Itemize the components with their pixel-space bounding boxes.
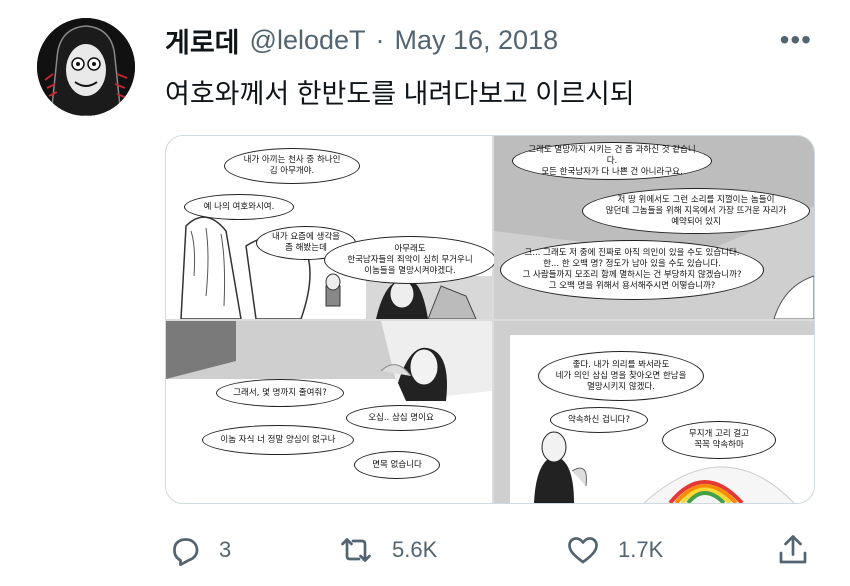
separator-dot: · <box>375 24 385 55</box>
display-name[interactable]: 게로데 <box>165 21 240 60</box>
comic-panel-1: 내가 아끼는 천사 중 하나인 김 아무개야. 예 나의 여호와시여. 내가 요… <box>166 136 496 319</box>
speech-bubble: 약속하신 겁니다? <box>550 407 648 433</box>
comic-panel-2: 그래도 멸망까지 시키는 건 좀 과하신 것 같습니다. 모든 한국남자가 다 … <box>494 136 814 319</box>
tweet-media[interactable]: 내가 아끼는 천사 중 하나인 김 아무개야. 예 나의 여호와시여. 내가 요… <box>165 135 815 504</box>
avatar[interactable] <box>37 18 135 116</box>
avatar-image <box>37 18 135 116</box>
tweet-header: 게로데 @lelodeT · May 16, 2018 <box>165 22 558 58</box>
speech-bubble: 무지개 고리 걸고 꼭꼭 약속하마 <box>662 421 776 459</box>
speech-bubble: 내가 아끼는 천사 중 하나인 김 아무개야. <box>224 148 360 184</box>
tweet-text: 여호와께서 한반도를 내려다보고 이르시되 <box>165 79 635 109</box>
tweet-date[interactable]: May 16, 2018 <box>395 25 559 56</box>
reply-button[interactable]: 3 <box>167 530 231 570</box>
speech-bubble: 오십.. 삼십 명이요 <box>346 405 456 431</box>
like-count: 1.7K <box>618 537 664 562</box>
panel-4-art <box>534 431 795 503</box>
comic-panel-4: 좋다. 내가 의리를 봐서라도 네가 의인 삼십 명을 찾아오면 한남을 멸망시… <box>494 321 814 503</box>
speech-bubble: 저 땅 위에서도 그런 소리를 지껄이는 놈들이 많던데 그놈들을 위해 지옥에… <box>582 188 810 234</box>
retweet-icon <box>336 532 376 568</box>
user-handle[interactable]: @lelodeT <box>250 25 366 56</box>
speech-bubble: 그래서, 몇 명까지 줄여줘? <box>216 379 344 407</box>
share-icon <box>775 532 811 568</box>
heart-icon <box>564 532 602 568</box>
speech-bubble: 면목 없습니다 <box>354 451 440 479</box>
speech-bubble: 아무래도 한국남자들의 죄악이 심히 무거우니 이놈들을 멸망시켜야겠다. <box>324 236 496 284</box>
retweet-button[interactable]: 5.6K <box>336 530 437 570</box>
speech-bubble: 이놈 자식 너 정말 양심이 없구나 <box>202 425 354 455</box>
reply-icon <box>167 532 203 568</box>
like-button[interactable]: 1.7K <box>564 530 663 570</box>
retweet-count: 5.6K <box>392 537 438 562</box>
comic-panel-3: 그래서, 몇 명까지 줄여줘? 오십.. 삼십 명이요 이놈 자식 너 정말 양… <box>166 321 492 503</box>
reply-count: 3 <box>219 537 232 562</box>
share-button[interactable] <box>775 530 811 570</box>
speech-bubble: 예 나의 여호와시여. <box>184 194 294 220</box>
more-icon[interactable]: ••• <box>780 26 812 54</box>
speech-bubble: 그래도 멸망까지 시키는 건 좀 과하신 것 같습니다. 모든 한국남자가 다 … <box>512 142 712 180</box>
speech-bubble: 좋다. 내가 의리를 봐서라도 네가 의인 삼십 명을 찾아오면 한남을 멸망시… <box>538 351 704 401</box>
speech-bubble: 그... 그래도 저 중에 진짜로 아직 의인이 있을 수도 있습니다. 한..… <box>500 240 764 300</box>
action-bar: 3 5.6K 1.7K <box>0 530 850 570</box>
